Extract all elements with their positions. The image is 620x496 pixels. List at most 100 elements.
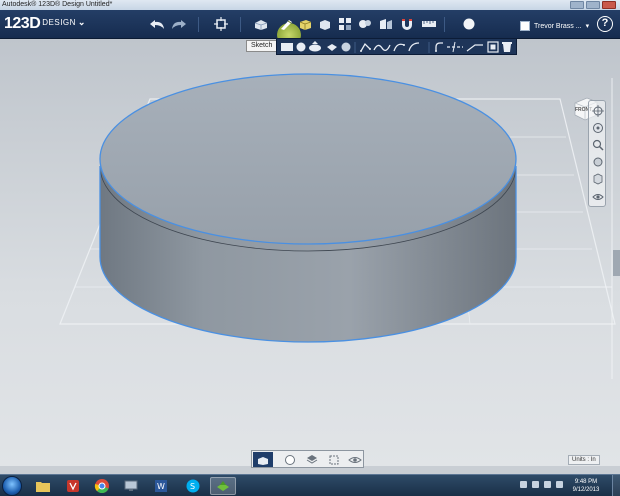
sketch-rectangle-icon[interactable]	[281, 43, 293, 51]
start-button[interactable]	[2, 476, 22, 496]
tray-flag-icon[interactable]	[544, 481, 551, 488]
primitives-icon	[254, 20, 268, 30]
navigation-bar	[588, 100, 606, 207]
user-avatar-icon	[520, 21, 530, 31]
logo-number: 123D	[4, 15, 41, 32]
app-menu-logo[interactable]: 123D DESIGN ⌄	[4, 15, 85, 33]
sketch-extend-icon[interactable]	[466, 44, 483, 52]
help-button[interactable]: ?	[597, 16, 613, 32]
chevron-down-icon: ⌄	[77, 17, 86, 27]
monitor-icon	[124, 480, 138, 491]
outline-view-button[interactable]	[324, 452, 344, 467]
undo-button[interactable]	[148, 15, 166, 33]
tray-battery-icon[interactable]	[556, 481, 563, 488]
logo-word: DESIGN	[42, 18, 76, 27]
app-red-icon	[67, 480, 79, 492]
visibility-toggle-button[interactable]	[345, 452, 365, 467]
solid-shapes-icon	[258, 456, 268, 465]
taskbar-explorer[interactable]	[30, 477, 56, 495]
redo-icon	[172, 20, 186, 29]
pattern-button[interactable]	[336, 15, 354, 33]
sketch-submenu	[276, 38, 517, 55]
skype-icon: S	[186, 479, 200, 493]
view-mode-icon[interactable]	[592, 173, 604, 185]
sketch-fillet-icon[interactable]	[435, 42, 443, 52]
primitives-button[interactable]	[252, 15, 270, 33]
sketch-icon	[281, 20, 292, 30]
transform-icon	[214, 17, 228, 31]
grouping-icon	[359, 20, 371, 28]
system-tray	[520, 481, 563, 488]
measure-button[interactable]	[420, 15, 438, 33]
user-account[interactable]: Trevor Brass ... ▾	[520, 18, 589, 34]
sketch-polyline-icon[interactable]	[360, 42, 371, 52]
fit-view-icon[interactable]	[592, 156, 604, 168]
material-button[interactable]	[460, 15, 478, 33]
tray-volume-icon[interactable]	[532, 481, 539, 488]
sketch-polygon-icon[interactable]	[327, 44, 337, 51]
sketch-three-point-arc-icon[interactable]	[408, 42, 420, 52]
modify-icon	[320, 20, 330, 30]
toolbar-separator	[198, 17, 199, 32]
minimize-button[interactable]	[570, 1, 584, 9]
taskbar-123d-circuits[interactable]	[60, 477, 86, 495]
taskbar-clock[interactable]: 9:48 PM 9/12/2013	[566, 478, 606, 494]
sketch-sphere-icon[interactable]	[341, 42, 351, 52]
sketch-ellipse-icon[interactable]	[309, 41, 321, 52]
window-title: Autodesk® 123D® Design Untitled*	[2, 1, 113, 8]
material-sphere-icon	[463, 18, 475, 30]
eye-icon	[348, 456, 362, 463]
windows-taskbar: W S 9:48 PM 9/12/2013	[0, 474, 620, 496]
toolbar-separator	[444, 17, 445, 32]
close-window-button[interactable]	[602, 1, 616, 9]
taskbar-app-monitor[interactable]	[118, 477, 144, 495]
toolbar-separator	[240, 17, 241, 32]
shaded-view-button[interactable]	[280, 452, 300, 467]
orbit-icon[interactable]	[592, 122, 604, 134]
maximize-button[interactable]	[586, 1, 600, 9]
sketch-project-icon[interactable]	[502, 42, 512, 52]
chrome-icon	[94, 479, 109, 494]
modify-button[interactable]	[316, 15, 334, 33]
sketch-tooltip: Sketch	[246, 40, 278, 52]
scene-canvas	[59, 73, 616, 379]
outline-box-icon	[329, 455, 339, 464]
taskbar-skype[interactable]: S	[180, 477, 206, 495]
redo-button[interactable]	[170, 15, 188, 33]
combine-icon	[380, 19, 392, 29]
window-titlebar: Autodesk® 123D® Design Untitled*	[0, 0, 620, 10]
visibility-eye-icon[interactable]	[592, 191, 604, 203]
taskbar-word[interactable]: W	[148, 477, 174, 495]
construct-icon	[299, 20, 312, 30]
taskbar-123d-design[interactable]	[210, 477, 236, 495]
app-toolbar: 123D DESIGN ⌄ Trevor Brass ... ▾	[0, 10, 620, 47]
combine-button[interactable]	[377, 15, 395, 33]
construct-button[interactable]	[296, 15, 314, 33]
material-view-button[interactable]	[302, 452, 322, 467]
clock-date: 9/12/2013	[572, 487, 600, 493]
snap-button[interactable]	[398, 15, 416, 33]
123d-design-icon	[217, 481, 229, 491]
grouping-button[interactable]	[356, 15, 374, 33]
side-panel-tab[interactable]	[613, 250, 620, 276]
sketch-offset-icon[interactable]	[487, 41, 499, 53]
sketch-two-point-arc-icon[interactable]	[393, 43, 405, 52]
sketch-spline-icon[interactable]	[373, 44, 391, 52]
clock-time: 9:48 PM	[574, 479, 598, 485]
sketch-trim-icon[interactable]	[447, 41, 463, 53]
word-icon: W	[155, 480, 167, 492]
sketch-button[interactable]	[278, 15, 296, 33]
tray-network-icon[interactable]	[520, 481, 527, 488]
solid-view-button[interactable]	[253, 452, 273, 467]
zoom-icon[interactable]	[592, 139, 604, 151]
pan-icon[interactable]	[592, 105, 604, 117]
transform-button[interactable]	[212, 15, 230, 33]
svg-text:S: S	[190, 482, 195, 491]
units-indicator[interactable]: Units : In	[568, 455, 600, 465]
3d-viewport[interactable]: FRONT	[0, 39, 620, 466]
show-desktop-button[interactable]	[612, 475, 620, 496]
bottom-view-toolbar	[251, 450, 364, 468]
magnet-icon	[402, 19, 412, 30]
taskbar-chrome[interactable]	[89, 477, 115, 495]
sketch-circle-icon[interactable]	[296, 42, 306, 52]
